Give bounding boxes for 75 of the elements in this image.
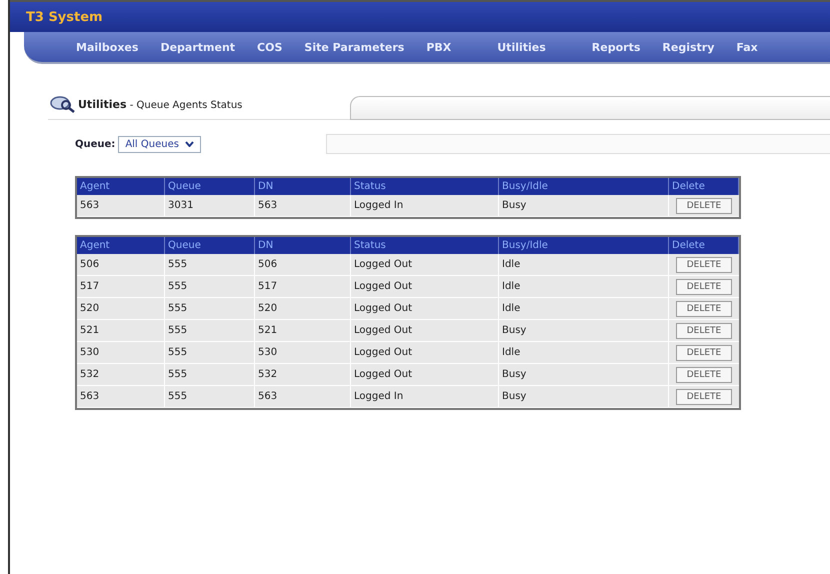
nav-item[interactable]: Department — [160, 40, 236, 54]
table-cell: Idle — [499, 298, 669, 320]
table-cell: 517 — [255, 276, 351, 298]
delete-button[interactable]: DELETE — [676, 344, 732, 360]
table-cell: Idle — [499, 342, 669, 364]
table-cell: Logged In — [351, 195, 499, 217]
table-cell: 530 — [77, 342, 165, 364]
nav-item[interactable]: Site Parameters — [304, 40, 404, 54]
table-cell: 555 — [165, 276, 255, 298]
delete-button[interactable]: DELETE — [676, 198, 732, 214]
table-cell: 520 — [255, 298, 351, 320]
nav-item[interactable]: Mailboxes — [76, 40, 138, 54]
column-header: Delete — [669, 178, 739, 195]
table-cell: Logged Out — [351, 298, 499, 320]
column-header: Delete — [669, 237, 739, 254]
table-cell: 563 — [77, 195, 165, 217]
delete-button[interactable]: DELETE — [676, 322, 732, 338]
caret-icon — [184, 141, 194, 147]
table-cell: 555 — [165, 254, 255, 276]
field-label: Queue: — [75, 138, 116, 150]
table-cell: 530 — [255, 342, 351, 364]
table-cell: Logged Out — [351, 276, 499, 298]
table-cell: Logged Out — [351, 320, 499, 342]
table-cell: 521 — [255, 320, 351, 342]
table-cell: Logged Out — [351, 254, 499, 276]
column-header: Status — [351, 178, 499, 195]
table-cell: Busy — [499, 320, 669, 342]
table-cell: 555 — [165, 364, 255, 386]
table-cell: 532 — [77, 364, 165, 386]
table-cell: Logged Out — [351, 364, 499, 386]
table-cell: Logged Out — [351, 342, 499, 364]
column-header: Agent — [77, 237, 165, 254]
table-cell: 555 — [165, 320, 255, 342]
delete-button[interactable]: DELETE — [676, 256, 732, 272]
column-header: Queue — [165, 237, 255, 254]
column-header: Busy/Idle — [499, 178, 669, 195]
table-cell: 563 — [255, 195, 351, 217]
table-cell: 506 — [255, 254, 351, 276]
nav-item[interactable]: COS — [257, 40, 282, 54]
delete-button[interactable]: DELETE — [676, 300, 732, 316]
table-cell: 521 — [77, 320, 165, 342]
delete-button[interactable]: DELETE — [676, 366, 732, 382]
queue-dropdown[interactable]: All Queues — [118, 136, 201, 152]
table-cell: 532 — [255, 364, 351, 386]
nav-item[interactable]: PBX — [426, 40, 452, 54]
table-cell: 563 — [255, 386, 351, 408]
nav-item[interactable]: Fax — [736, 40, 758, 54]
column-header: Queue — [165, 178, 255, 195]
table-cell: Idle — [499, 276, 669, 298]
nav-item[interactable]: Reports — [592, 40, 640, 54]
nav-item[interactable]: Utilities — [497, 40, 546, 54]
delete-button[interactable]: DELETE — [676, 278, 732, 294]
magnifier-icon — [50, 95, 76, 113]
table-cell: 555 — [165, 386, 255, 408]
delete-button[interactable]: DELETE — [676, 388, 732, 404]
page-heading: Utilities - Queue Agents Status — [78, 98, 242, 110]
column-header: DN — [255, 237, 351, 254]
table-cell: 555 — [165, 298, 255, 320]
column-header: Agent — [77, 178, 165, 195]
column-header: DN — [255, 178, 351, 195]
table-cell: 517 — [77, 276, 165, 298]
nav-item[interactable]: Registry — [662, 40, 714, 54]
table-cell: 563 — [77, 386, 165, 408]
table-cell: 506 — [77, 254, 165, 276]
table-cell: Busy — [499, 195, 669, 217]
table-cell: 555 — [165, 342, 255, 364]
table-cell: 520 — [77, 298, 165, 320]
window-title: T3 System — [26, 10, 103, 24]
table-cell: Logged In — [351, 386, 499, 408]
table-cell: Busy — [499, 364, 669, 386]
column-header: Busy/Idle — [499, 237, 669, 254]
table-cell: Busy — [499, 386, 669, 408]
column-header: Status — [351, 237, 499, 254]
table-cell: 3031 — [165, 195, 255, 217]
table-cell: Idle — [499, 254, 669, 276]
